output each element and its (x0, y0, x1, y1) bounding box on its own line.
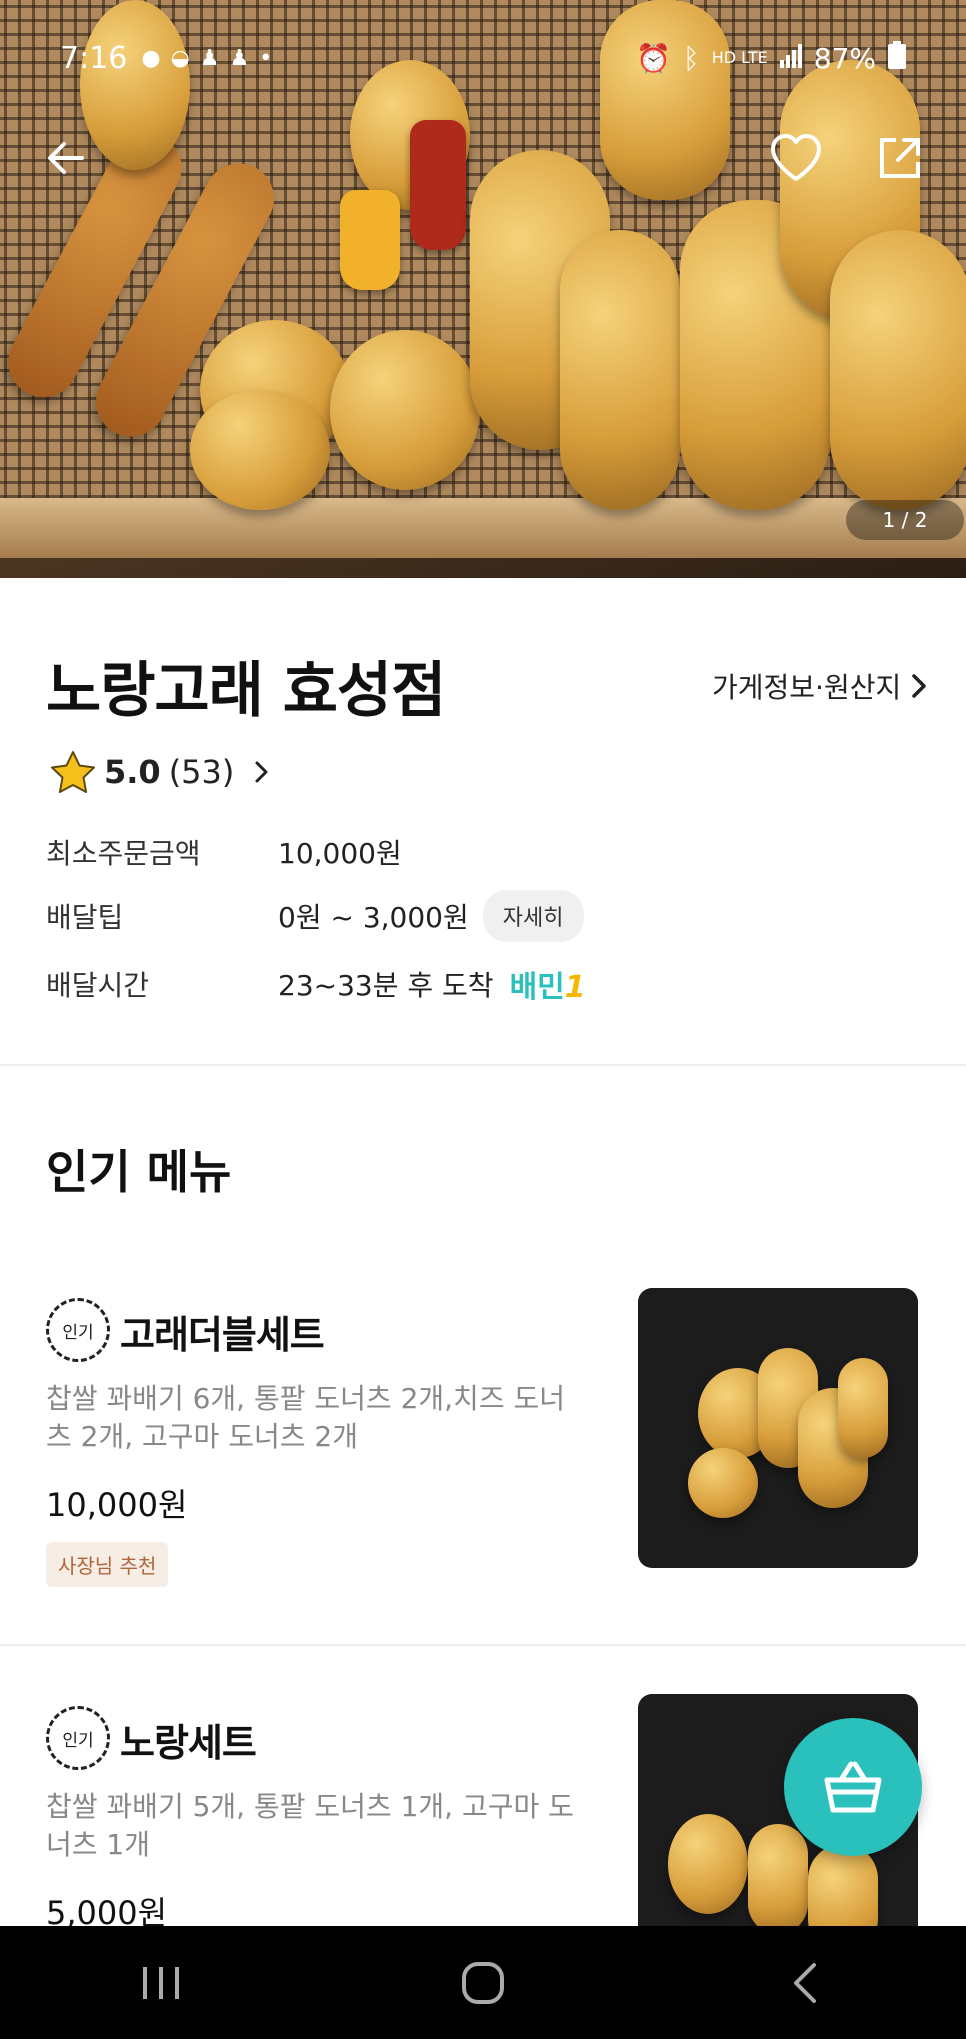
chevron-right-icon (255, 761, 268, 783)
system-nav-bar (0, 1926, 966, 2039)
store-info-label: 가게정보·원산지 (712, 671, 902, 704)
min-order-row: 최소주문금액 10,000원 (46, 832, 402, 872)
menu-thumbnail (638, 1288, 918, 1568)
status-right: ⏰ ᛒ HD LTE 87% (636, 40, 906, 76)
twist-shape (808, 1844, 878, 1926)
signal-icon (779, 42, 802, 75)
twist-shape (748, 1824, 808, 1926)
twist-shape (600, 0, 730, 200)
min-order-label: 최소주문금액 (46, 837, 201, 870)
twist-shape (830, 230, 966, 510)
status-bar: 7:16 ● ◒ ♟ ♟ • ⏰ ᛒ HD LTE 87% (60, 36, 906, 80)
tray-edge (0, 498, 966, 558)
popular-badge: 인기 (46, 1298, 110, 1362)
menu-price: 10,000원 (46, 1486, 188, 1524)
review-count: (53) (168, 753, 235, 791)
menu-item[interactable]: 인기 고래더블세트 찹쌀 꽈배기 6개, 통팥 도너츠 2개,치즈 도너츠 2개… (0, 1270, 966, 1644)
back-nav-icon (794, 1962, 816, 2003)
alarm-icon: ⏰ (636, 41, 671, 75)
share-button[interactable] (870, 128, 930, 188)
bluetooth-icon: ᛒ (682, 41, 700, 75)
store-name: 노랑고래 효성점 (46, 656, 446, 726)
twist-shape (838, 1358, 888, 1458)
delivery-tip-row: 배달팁 0원 ~ 3,000원 자세히 (46, 890, 584, 942)
talk-icon: ● (141, 45, 161, 71)
hero-image[interactable]: 7:16 ● ◒ ♟ ♟ • ⏰ ᛒ HD LTE 87% 1 / 2 (0, 0, 966, 578)
donut-shape (190, 390, 330, 510)
baemin-one-badge: 배민1 (510, 962, 586, 1006)
donut-shape (80, 0, 190, 170)
menu-description: 찹쌀 꽈배기 5개, 통팥 도너츠 1개, 고구마 도너츠 1개 (46, 1790, 574, 1861)
delivery-time-row: 배달시간 23~33분 후 도착 배민1 (46, 962, 586, 1006)
bowl-icon: ◒ (170, 45, 190, 71)
battery-icon (888, 40, 906, 76)
notification-icons: ● ◒ ♟ ♟ • (141, 46, 272, 71)
heart-icon (771, 134, 821, 181)
status-time: 7:16 (60, 40, 128, 76)
popular-menu-title: 인기 메뉴 (46, 1145, 232, 1199)
chevron-right-icon (912, 674, 926, 698)
menu-name: 노랑세트 (120, 1721, 257, 1765)
menu-description: 찹쌀 꽈배기 6개, 통팥 도너츠 2개,치즈 도너츠 2개, 고구마 도너츠 … (46, 1382, 565, 1453)
menu-name: 고래더블세트 (120, 1313, 325, 1357)
favorite-button[interactable] (766, 128, 826, 188)
delivery-time-label: 배달시간 (46, 969, 150, 1002)
delivery-time-value: 23~33분 후 도착 (278, 969, 494, 1002)
section-divider (0, 1064, 966, 1066)
popular-badge: 인기 (46, 1706, 110, 1770)
home-button[interactable] (443, 1953, 523, 2013)
donut-shape (330, 330, 480, 490)
share-icon (880, 138, 920, 178)
cart-button[interactable] (784, 1718, 922, 1856)
dot-icon: • (259, 45, 273, 71)
app-icon: ♟ (199, 45, 220, 71)
app-icon: ♟ (229, 45, 250, 71)
image-page-indicator: 1 / 2 (846, 500, 964, 540)
donut-shape (668, 1814, 748, 1914)
delivery-tip-value: 0원 ~ 3,000원 (278, 901, 469, 934)
sauce-cup (340, 190, 400, 290)
back-nav-button[interactable] (765, 1953, 845, 2013)
menu-price: 5,000원 (46, 1894, 168, 1926)
baemin-label: 배민 (509, 970, 565, 1005)
star-icon (51, 751, 95, 793)
min-order-value: 10,000원 (278, 837, 402, 870)
baemin-one-number: 1 (564, 970, 586, 1005)
owner-recommend-tag: 사장님 추천 (46, 1542, 169, 1587)
twist-shape (560, 230, 680, 510)
sauce-cup (410, 120, 466, 250)
store-info-link[interactable]: 가게정보·원산지 (712, 666, 927, 706)
network-label: HD LTE (711, 48, 768, 67)
back-button[interactable] (36, 128, 96, 188)
delivery-tip-label: 배달팁 (46, 901, 124, 934)
rating-score: 5.0 (104, 753, 161, 791)
home-icon (462, 1961, 504, 2004)
basket-icon (824, 1761, 882, 1813)
delivery-tip-detail-button[interactable]: 자세히 (482, 890, 584, 942)
battery-text: 87% (813, 41, 876, 75)
section-divider (0, 1644, 966, 1646)
back-arrow-icon (48, 142, 84, 174)
recents-icon (143, 1966, 179, 1999)
rating-link[interactable]: 5.0 (53) (50, 750, 268, 794)
recents-button[interactable] (121, 1953, 201, 2013)
donut-shape (688, 1448, 758, 1518)
